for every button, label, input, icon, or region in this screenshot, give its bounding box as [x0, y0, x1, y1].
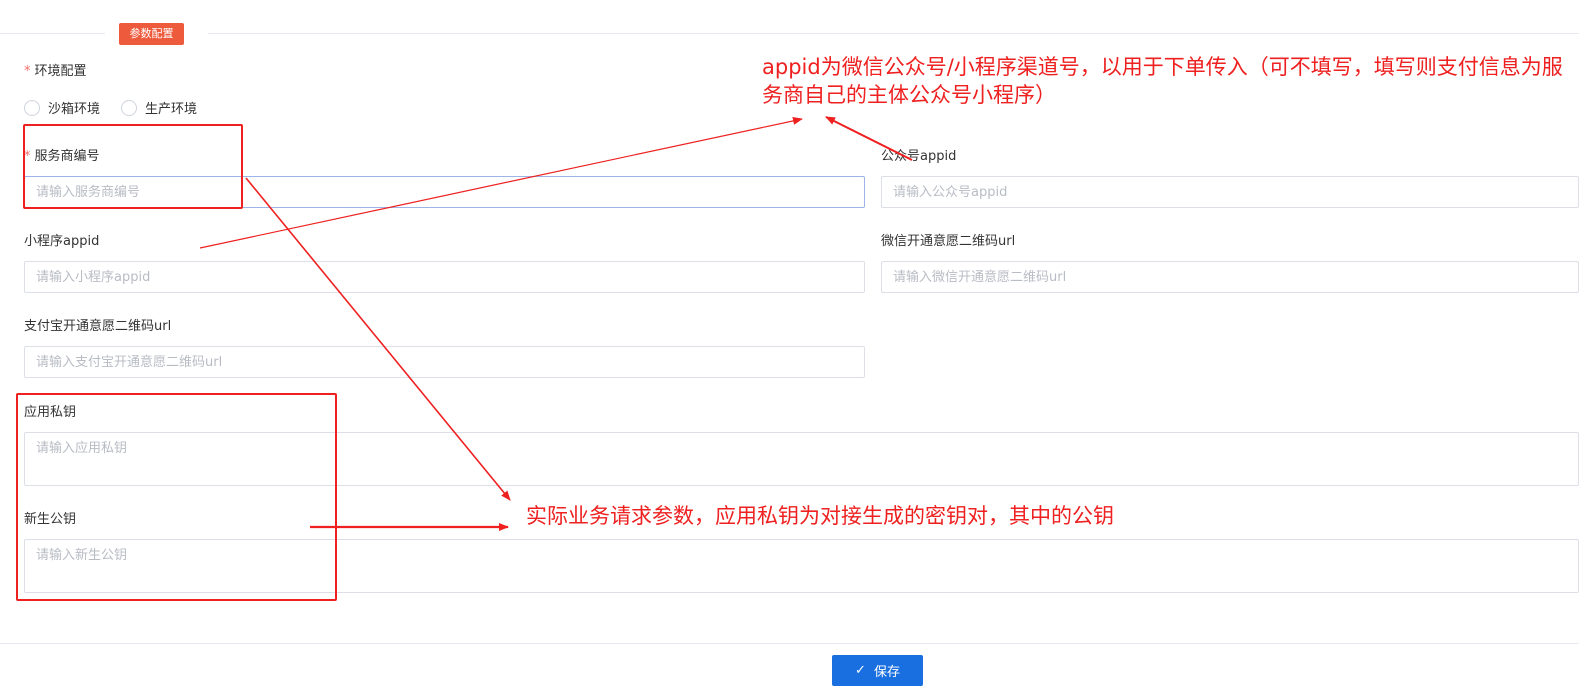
env-label-text: 环境配置 — [34, 64, 87, 79]
official-appid-input[interactable] — [881, 176, 1579, 208]
radio-sandbox-label: 沙箱环境 — [48, 102, 101, 117]
radio-production-label: 生产环境 — [145, 102, 198, 117]
annotation-keys-note: 实际业务请求参数，应用私钥为对接生成的密钥对，其中的公钥 — [526, 504, 1114, 528]
save-button[interactable]: ✓ 保存 — [832, 655, 923, 686]
section-divider-left — [0, 33, 105, 34]
annotation-appid-line2: 务商自己的主体公众号小程序） — [762, 83, 1056, 107]
alipay-qr-url-label: 支付宝开通意愿二维码url — [24, 319, 172, 334]
required-mark: * — [24, 64, 31, 79]
footer-divider — [0, 643, 1579, 644]
section-title-tag: 参数配置 — [119, 23, 184, 45]
settings-page: 参数配置 *环境配置 沙箱环境 生产环境 *服务商编号 公众号appid 小程序… — [0, 0, 1579, 695]
annotation-box-service-no — [23, 124, 243, 209]
annotation-box-keys — [16, 393, 337, 601]
radio-circle-icon[interactable] — [121, 99, 137, 116]
alipay-qr-url-input[interactable] — [24, 346, 865, 378]
wechat-qr-url-label: 微信开通意愿二维码url — [881, 234, 1016, 249]
check-icon: ✓ — [855, 663, 866, 678]
radio-circle-icon[interactable] — [24, 99, 40, 116]
annotation-appid-note: appid为微信公众号/小程序渠道号，以用于下单传入（可不填写，填写则支付信息为… — [762, 53, 1572, 109]
annotation-appid-line1: appid为微信公众号/小程序渠道号，以用于下单传入（可不填写，填写则支付信息为… — [762, 55, 1563, 79]
wechat-qr-url-input[interactable] — [881, 261, 1579, 293]
radio-production[interactable]: 生产环境 — [121, 98, 197, 117]
section-divider-right — [208, 33, 1579, 34]
official-appid-label: 公众号appid — [881, 149, 957, 164]
mini-appid-label: 小程序appid — [24, 234, 100, 249]
save-button-label: 保存 — [873, 665, 900, 680]
mini-appid-input[interactable] — [24, 261, 865, 293]
radio-sandbox[interactable]: 沙箱环境 — [24, 98, 100, 117]
env-label: * 环境配置 — [24, 64, 87, 80]
